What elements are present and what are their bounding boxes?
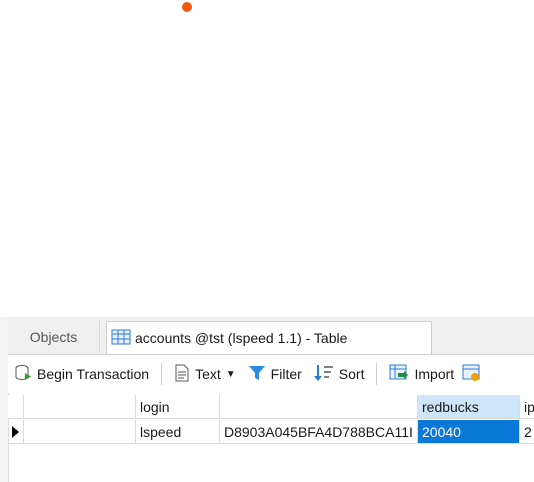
column-header[interactable] xyxy=(24,395,136,419)
column-header-ip[interactable]: ip xyxy=(520,395,534,419)
toolbar-divider xyxy=(376,363,378,385)
tab-objects[interactable]: Objects xyxy=(8,321,100,353)
table-toolbar: Begin Transaction Text ▼ Filter Sort Imp… xyxy=(8,355,534,393)
import-button[interactable]: Import xyxy=(383,359,460,389)
filter-button[interactable]: Filter xyxy=(242,359,308,389)
text-view-button[interactable]: Text ▼ xyxy=(168,359,242,389)
column-header[interactable] xyxy=(220,395,418,419)
begin-transaction-label: Begin Transaction xyxy=(37,366,150,382)
tab-accounts-label: accounts @tst (lspeed 1.1) - Table xyxy=(135,330,348,346)
grid-header-row: login redbucks ip xyxy=(8,395,534,419)
tab-objects-label: Objects xyxy=(29,329,78,345)
row-indicator[interactable] xyxy=(8,420,24,444)
tab-accounts-table[interactable]: accounts @tst (lspeed 1.1) - Table xyxy=(106,321,432,354)
table-row[interactable]: lspeed D8903A045BFA4D788BCA11I 20040 2 xyxy=(8,420,534,444)
chevron-down-icon[interactable]: ▼ xyxy=(226,369,236,380)
current-row-arrow-icon xyxy=(12,426,19,438)
sort-label: Sort xyxy=(338,366,365,382)
table-cell-login[interactable]: lspeed xyxy=(136,420,220,444)
transaction-icon xyxy=(14,364,32,385)
begin-transaction-button[interactable]: Begin Transaction xyxy=(8,359,155,389)
toolbar-divider xyxy=(161,363,163,385)
text-icon xyxy=(174,364,190,385)
tab-bar: Objects accounts @tst (lspeed 1.1) - Tab… xyxy=(8,317,534,355)
column-header-login[interactable]: login xyxy=(136,395,220,419)
column-header-redbucks[interactable]: redbucks xyxy=(418,395,520,419)
export-icon xyxy=(462,364,480,385)
text-view-label: Text xyxy=(195,366,221,382)
sort-button[interactable]: Sort xyxy=(308,359,371,389)
sort-icon xyxy=(313,364,334,385)
data-grid: login redbucks ip lspeed D8903A045BFA4D7… xyxy=(8,395,534,445)
filter-label: Filter xyxy=(270,366,302,382)
table-icon xyxy=(111,329,131,348)
import-label: Import xyxy=(414,366,455,382)
row-indicator-header xyxy=(8,395,24,419)
table-cell-ip[interactable]: 2 xyxy=(520,420,534,444)
table-editor-panel: Objects accounts @tst (lspeed 1.1) - Tab… xyxy=(0,317,534,482)
import-icon xyxy=(389,364,409,385)
notification-dot xyxy=(182,2,192,12)
export-button[interactable] xyxy=(460,359,486,389)
table-cell-redbucks[interactable]: 20040 xyxy=(418,420,520,444)
table-cell-hash[interactable]: D8903A045BFA4D788BCA11I xyxy=(220,420,418,444)
table-cell[interactable] xyxy=(24,420,136,444)
filter-icon xyxy=(248,364,266,385)
